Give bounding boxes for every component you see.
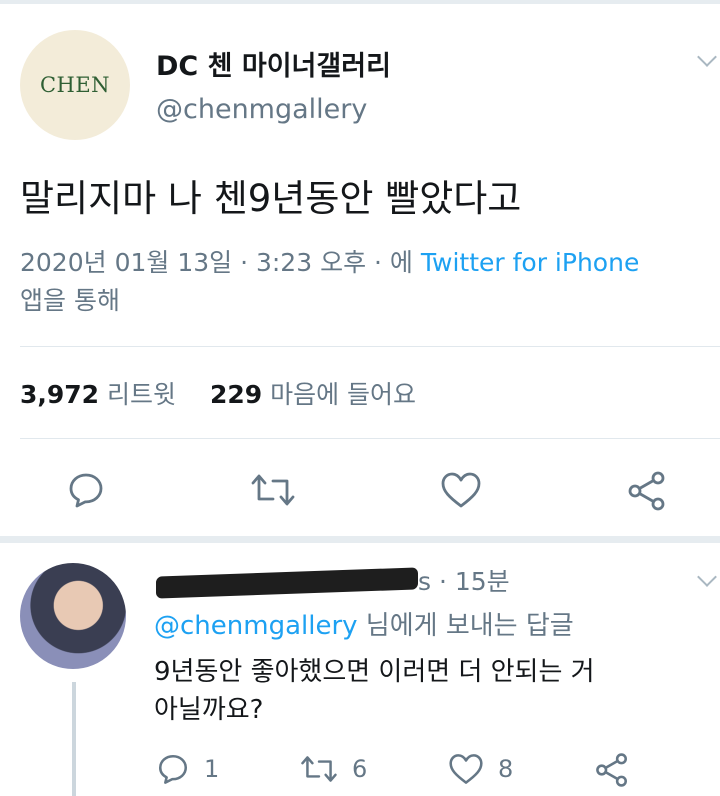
mention-link[interactable]: @chenmgallery [154,611,358,641]
replying-label: 님에게 보내는 답글 [365,611,574,641]
share-icon [596,753,627,787]
like-icon [441,472,481,508]
user-handle[interactable]: @chenmgallery [156,94,367,125]
reply-icon [69,473,103,508]
redacted-name [156,567,418,599]
reply-text-line1: 9년동안 좋아했으면 이러면 더 안되는 거 [154,657,595,687]
reply-button[interactable] [66,470,106,510]
tweet-stats: 3,972 리트윗 229 마음에 들어요 [20,375,416,411]
divider [20,438,720,439]
retweet-icon [301,756,337,782]
display-name[interactable]: DC 첸 마이너갤러리 [156,44,391,83]
reply-count: 1 [204,755,220,783]
avatar[interactable]: CHEN [20,30,130,140]
reply-icon [158,754,188,784]
source-link[interactable]: Twitter for iPhone [421,248,639,277]
timestamp: 2020년 01월 13일 · 3:23 오후 · 에 [20,248,413,277]
divider [20,346,720,347]
retweet-count: 6 [352,755,368,783]
share-button[interactable] [626,470,668,512]
section-separator [0,536,720,543]
retweet-count[interactable]: 3,972 [20,380,99,409]
reply-share-button[interactable] [594,752,630,788]
chevron-down-icon[interactable] [697,47,717,67]
share-icon [628,471,665,511]
reply-like-button[interactable]: 8 [448,752,513,786]
like-label[interactable]: 마음에 들어요 [270,380,416,409]
like-icon [449,754,483,784]
thread-line [72,682,76,796]
tweet-meta: 2020년 01월 13일 · 3:23 오후 · 에 Twitter for … [20,244,715,320]
replying-to: @chenmgallery 님에게 보내는 답글 [154,605,574,642]
reply-avatar[interactable] [20,563,126,669]
like-count: 8 [498,755,514,783]
like-button[interactable] [440,470,482,510]
reply-reply-button[interactable]: 1 [156,752,219,786]
reply-text-line2: 아닐까요? [154,695,264,725]
avatar-logo-text: CHEN [39,73,111,97]
retweet-icon [251,474,295,506]
reply-header: s · 15분 [156,562,510,599]
source-suffix: 앱을 통해 [20,286,120,315]
retweet-button[interactable] [250,470,296,510]
like-count[interactable]: 229 [210,380,262,409]
reply-text: 9년동안 좋아했으면 이러면 더 안되는 거 아닐까요? [154,653,714,729]
chevron-down-icon[interactable] [697,567,717,587]
retweet-label[interactable]: 리트윗 [107,380,176,409]
reply-time: s · 15분 [418,567,510,596]
top-border [0,0,720,4]
tweet-text: 말리지마 나 첸9년동안 빨았다고 [20,177,522,220]
reply-retweet-button[interactable]: 6 [300,752,367,786]
